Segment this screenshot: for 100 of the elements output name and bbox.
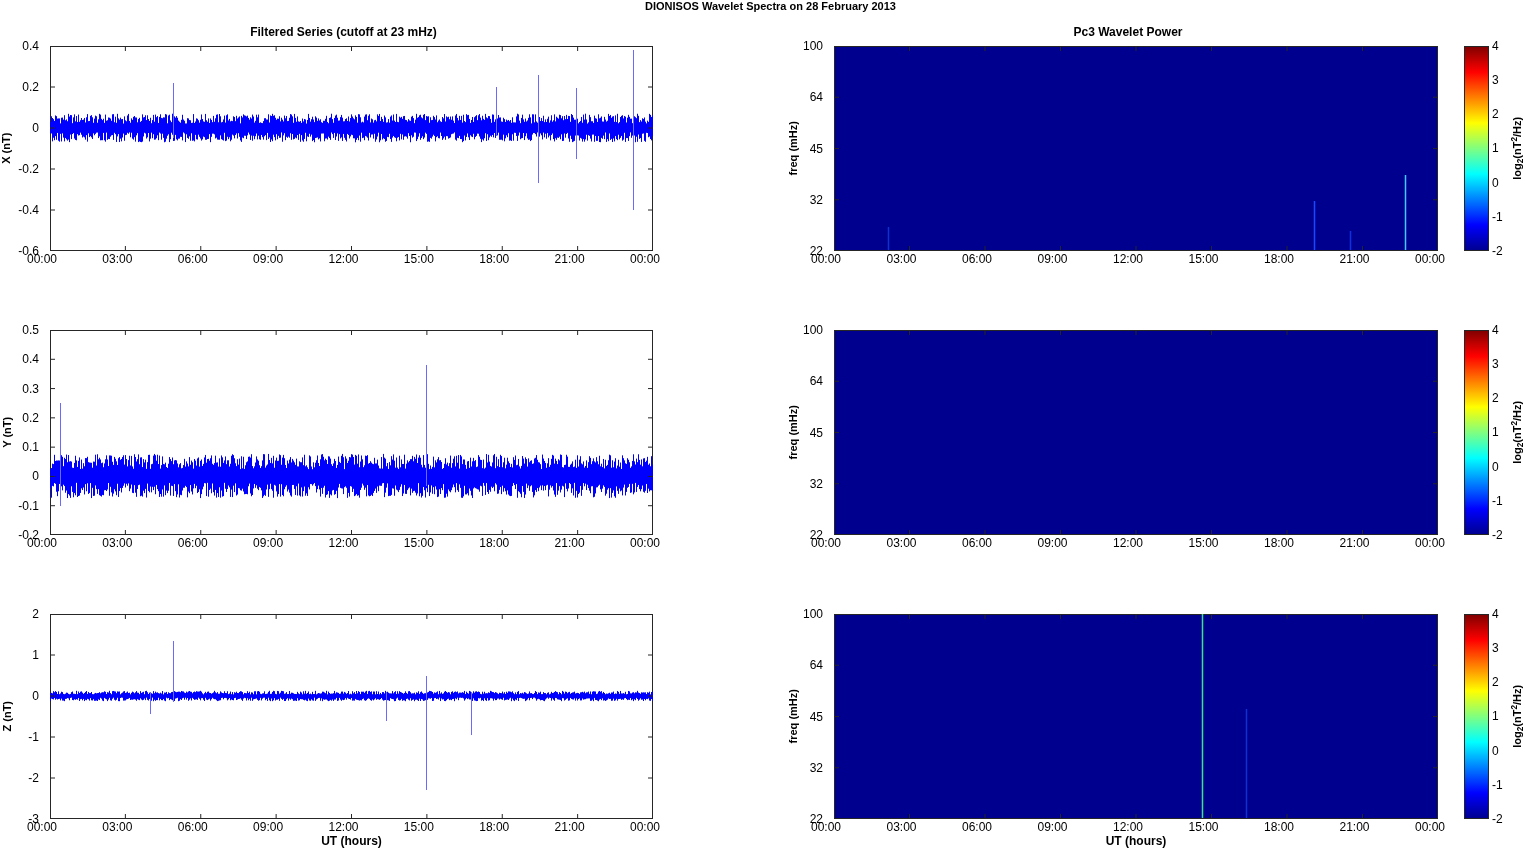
tick-label: 12:00 [327, 820, 360, 834]
tick-label: 18:00 [1263, 252, 1295, 266]
tick-label: 100 [802, 607, 823, 621]
tick-label: 12:00 [327, 536, 360, 550]
tick-label: 09:00 [252, 536, 285, 550]
tick-label: 32 [809, 760, 823, 775]
tick-label: -0.1 [18, 498, 39, 513]
tick-label: 21:00 [1338, 536, 1371, 550]
tick-label: 45 [809, 425, 823, 440]
tick-label: 0.4 [22, 352, 39, 367]
tick-label: 03:00 [885, 820, 918, 834]
axis-label: X (nT) [0, 132, 14, 165]
tick-label: 03:00 [101, 820, 134, 834]
tick-label: 06:00 [176, 252, 209, 266]
tick-label: 64 [809, 90, 823, 105]
tick-label: 00:00 [629, 536, 661, 550]
tick-label: 09:00 [252, 252, 285, 266]
tick-label: 18:00 [478, 252, 511, 266]
tick-label: 15:00 [402, 252, 435, 266]
tick-label: 32 [809, 476, 823, 491]
tick-label: 64 [809, 658, 823, 673]
tick-label: 0 [1492, 459, 1499, 474]
tick-label: 09:00 [1036, 536, 1069, 550]
tick-label: 06:00 [176, 820, 209, 834]
axis-label: freq (mHz) [785, 121, 800, 176]
tick-label: 0 [1492, 175, 1499, 190]
tick-label: 12:00 [1112, 820, 1144, 834]
tick-label: 2 [1492, 107, 1499, 122]
tick-label: 21:00 [553, 252, 586, 266]
tick-label: 32 [809, 192, 823, 207]
tick-label: 15:00 [1187, 820, 1220, 834]
tick-label: 18:00 [1263, 820, 1295, 834]
tick-label: 45 [809, 141, 823, 156]
tick-label: 15:00 [402, 820, 435, 834]
tick-label: 09:00 [1036, 820, 1069, 834]
tick-label: 03:00 [885, 536, 918, 550]
tick-label: 03:00 [101, 536, 134, 550]
tick-label: 06:00 [176, 536, 209, 550]
tick-label: 0.2 [22, 80, 39, 94]
tick-label: 12:00 [327, 252, 360, 266]
figure-title: DIONISOS Wavelet Spectra on 28 February 2013 [644, 0, 896, 12]
tick-label: 3 [1492, 73, 1499, 88]
tick-label: 21:00 [1338, 820, 1371, 834]
axis-label: Y (nT) [0, 417, 14, 448]
tick-label: 0 [1492, 743, 1499, 758]
tick-label: 100 [802, 323, 823, 337]
tick-label: 0 [32, 469, 39, 484]
tick-label: -1 [1492, 777, 1503, 792]
tick-label: 0.1 [22, 440, 39, 455]
tick-label: 21:00 [553, 820, 586, 834]
tick-label: -0.2 [18, 162, 39, 176]
tick-label: -0.4 [18, 203, 39, 217]
tick-label: 0.3 [22, 381, 39, 396]
tick-label: 21:00 [553, 536, 586, 550]
tick-label: 1 [1492, 141, 1499, 156]
tick-label: 03:00 [885, 252, 918, 266]
tick-label: 3 [1492, 357, 1499, 372]
plot-title: Filtered Series (cutoff at 23 mHz) [250, 25, 437, 39]
tick-label: 1 [1492, 425, 1499, 440]
tick-label: 45 [809, 709, 823, 724]
tick-label: -2 [1492, 527, 1503, 542]
tick-label: 0.4 [22, 39, 39, 53]
tick-label: 0 [32, 689, 39, 703]
tick-label: 1 [1492, 709, 1499, 724]
tick-label: 12:00 [1112, 252, 1144, 266]
tick-label: 0.2 [22, 410, 39, 425]
tick-label: -2 [28, 771, 39, 785]
tick-label: 06:00 [961, 536, 993, 550]
tick-label: 18:00 [478, 820, 511, 834]
tick-label: 2 [1492, 391, 1499, 406]
tick-label: 15:00 [402, 536, 435, 550]
tick-label: 2 [32, 607, 39, 621]
tick-label: 4 [1492, 39, 1499, 53]
tick-label: 06:00 [961, 252, 993, 266]
tick-label: -1 [1492, 493, 1503, 508]
tick-label: 15:00 [1187, 536, 1220, 550]
tick-label: 00:00 [1414, 820, 1446, 834]
tick-label: 4 [1492, 607, 1499, 621]
axis-label: UT (hours) [1105, 834, 1167, 848]
tick-label: -1 [28, 730, 39, 744]
axis-label: freq (mHz) [785, 405, 800, 460]
tick-label: 00:00 [629, 252, 661, 266]
tick-label: 15:00 [1187, 252, 1220, 266]
tick-label: 1 [32, 648, 39, 662]
tick-label: 18:00 [478, 536, 511, 550]
tick-label: 09:00 [1036, 252, 1069, 266]
tick-label: 21:00 [1338, 252, 1371, 266]
tick-label: 00:00 [1414, 536, 1446, 550]
axis-label: Z (nT) [0, 701, 14, 732]
tick-label: 3 [1492, 641, 1499, 656]
tick-label: -2 [1492, 243, 1503, 258]
tick-label: 0.5 [22, 323, 39, 337]
axis-label: UT (hours) [321, 834, 382, 848]
tick-label: 06:00 [961, 820, 993, 834]
tick-label: 18:00 [1263, 536, 1295, 550]
tick-label: 100 [802, 39, 823, 53]
tick-label: 00:00 [1414, 252, 1446, 266]
axis-label: freq (mHz) [785, 689, 800, 744]
tick-label: 0 [32, 121, 39, 135]
tick-label: 2 [1492, 675, 1499, 690]
